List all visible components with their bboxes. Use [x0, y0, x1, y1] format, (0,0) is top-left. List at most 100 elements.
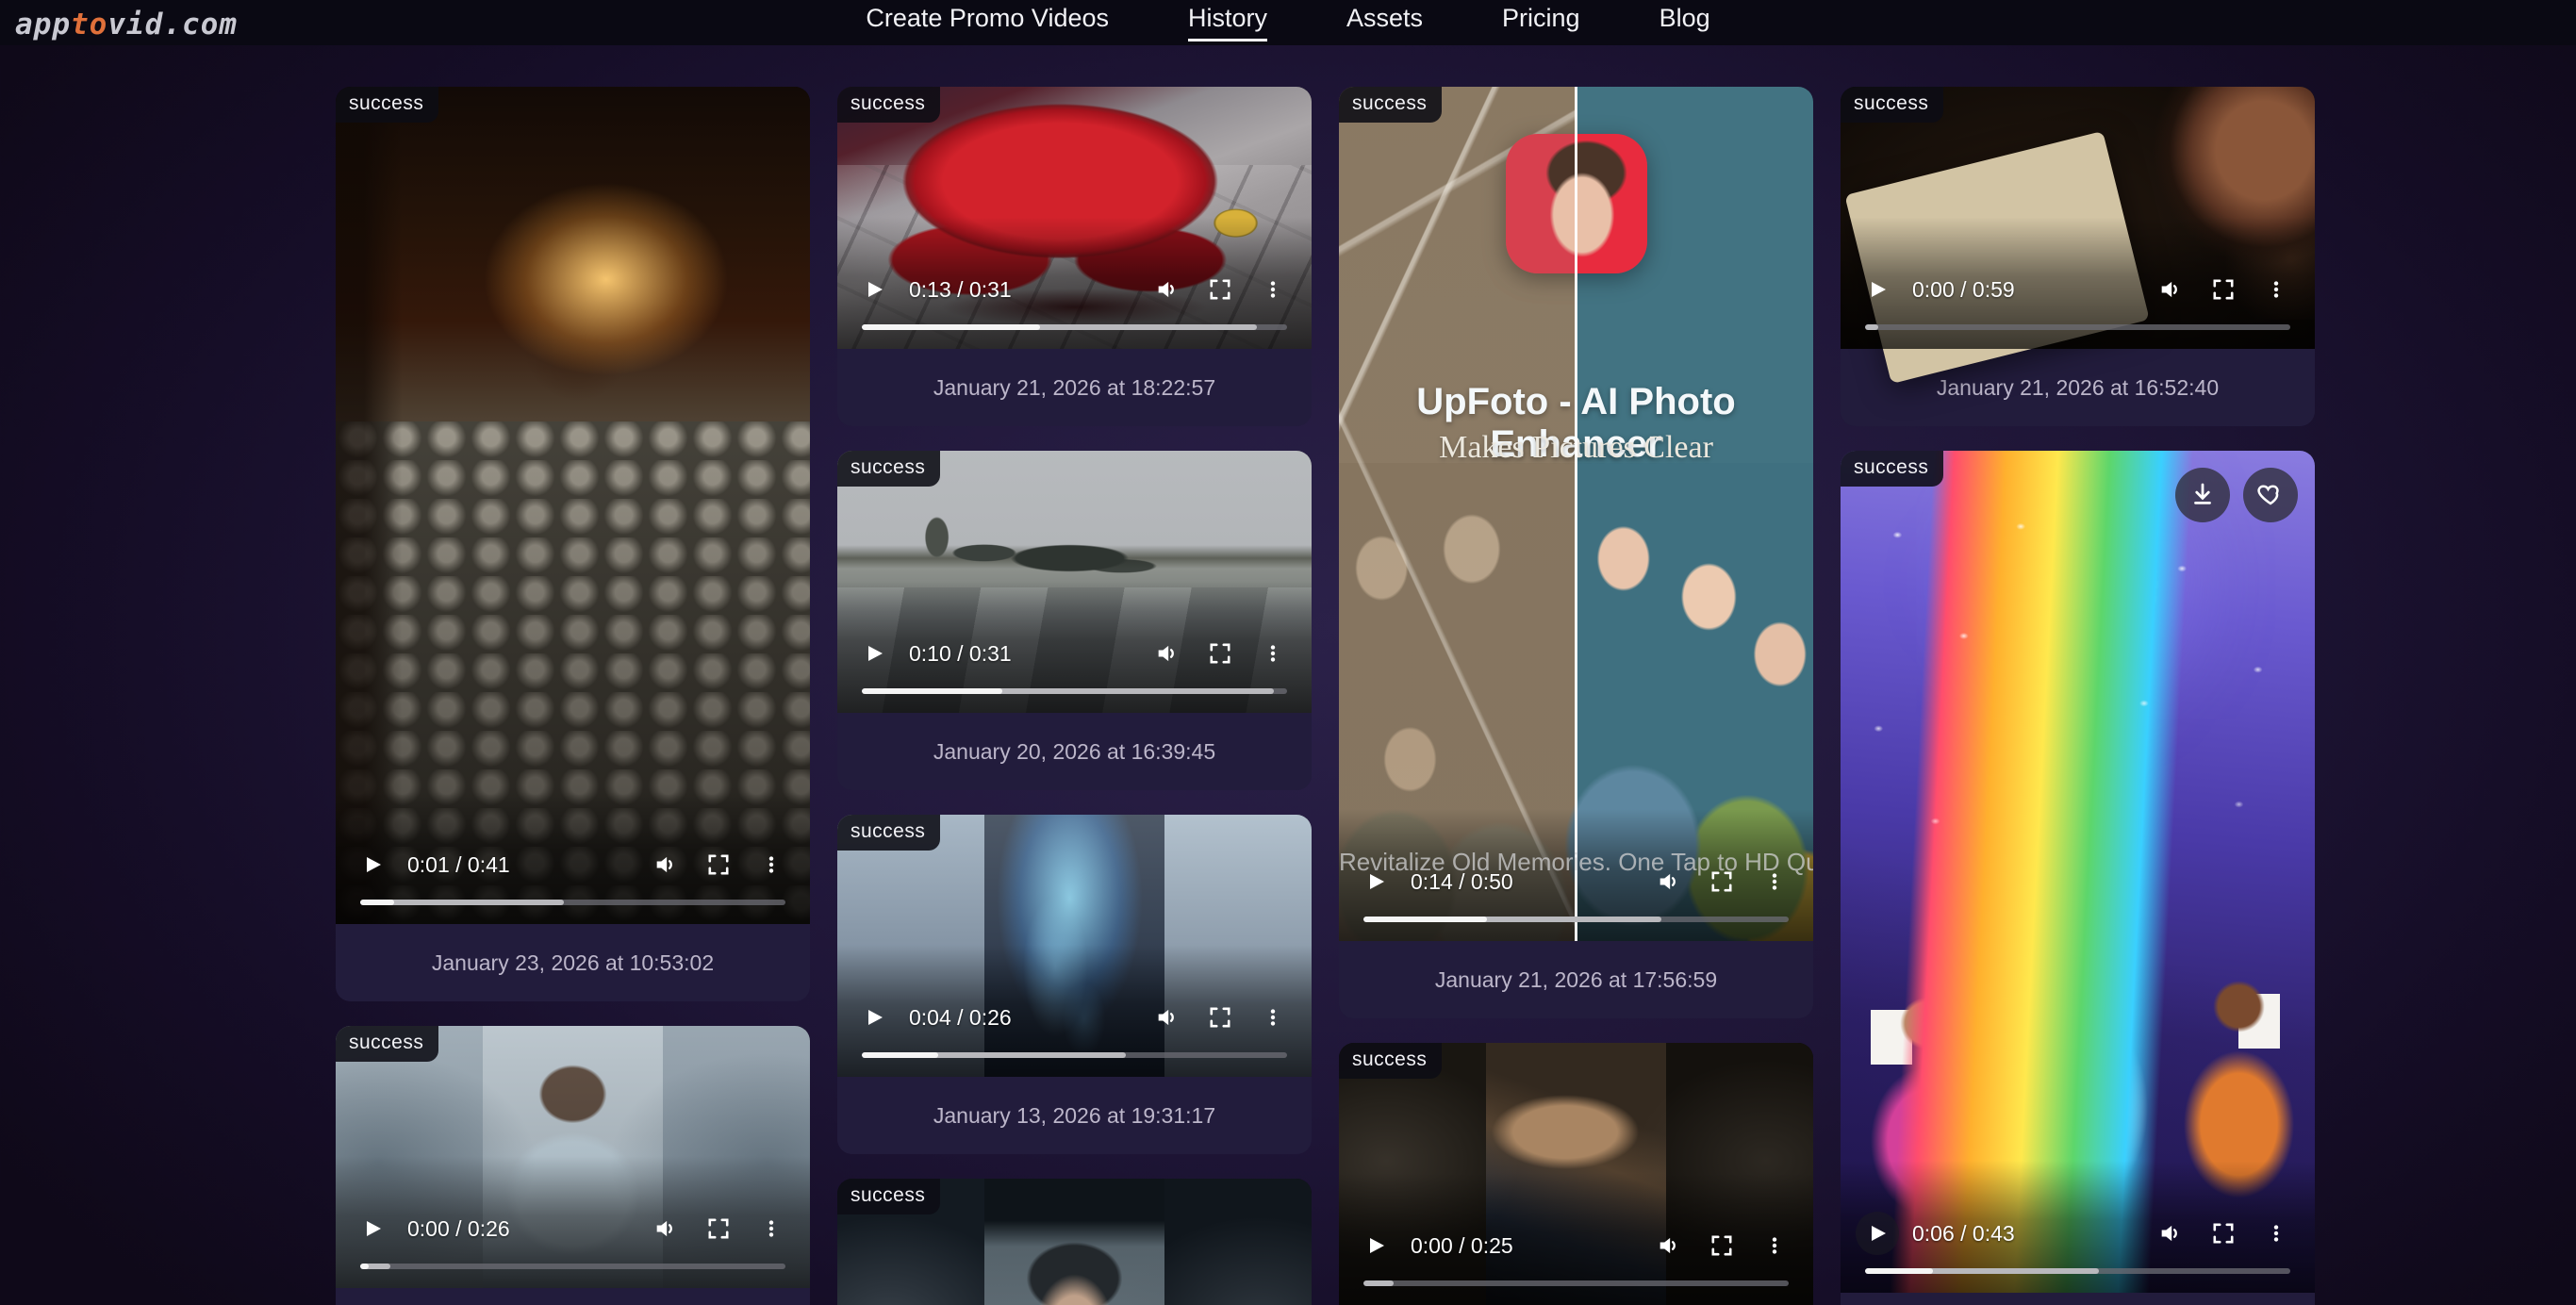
fullscreen-button[interactable]	[2202, 268, 2245, 311]
progress-bar[interactable]	[360, 1264, 785, 1269]
progress-bar[interactable]	[862, 1052, 1287, 1058]
video-player[interactable]: UpFoto - AI Photo EnhancerMakes Pictures…	[1339, 87, 1813, 941]
nav-history[interactable]: History	[1188, 4, 1267, 41]
card-actions	[2175, 468, 2298, 522]
fullscreen-button[interactable]	[1700, 860, 1743, 903]
nav-create-promo-videos[interactable]: Create Promo Videos	[866, 4, 1109, 41]
time-display: 0:00 / 0:59	[1912, 277, 2015, 303]
time-display: 0:00 / 0:25	[1411, 1233, 1513, 1259]
nav-assets[interactable]: Assets	[1346, 4, 1423, 41]
grid-column: success 0:00 / 0:59 January 21, 2026 at …	[1841, 87, 2315, 1305]
more-options-button[interactable]	[1251, 632, 1295, 675]
fullscreen-button[interactable]	[1198, 268, 1242, 311]
play-icon	[1364, 1234, 1387, 1257]
kebab-menu-icon	[1764, 1233, 1785, 1258]
play-button[interactable]	[1354, 860, 1397, 903]
favorite-button[interactable]	[2243, 468, 2298, 522]
more-options-button[interactable]	[2254, 268, 2298, 311]
progress-bar[interactable]	[1865, 324, 2290, 330]
status-badge: success	[336, 87, 438, 123]
logo-text: vid.com	[107, 8, 238, 41]
site-logo[interactable]: apptovid.com	[15, 8, 238, 41]
video-date: January 23, 2026 at 10:53:02	[432, 950, 714, 976]
more-options-button[interactable]	[1251, 996, 1295, 1039]
progress-bar[interactable]	[360, 900, 785, 905]
fullscreen-button[interactable]	[1198, 996, 1242, 1039]
more-options-button[interactable]	[1251, 268, 1295, 311]
play-button[interactable]	[1354, 1224, 1397, 1267]
play-button[interactable]	[1856, 268, 1899, 311]
fullscreen-button[interactable]	[2202, 1212, 2245, 1255]
kebab-menu-icon	[2266, 277, 2287, 302]
main-nav: Create Promo Videos History Assets Prici…	[866, 4, 1709, 41]
volume-button[interactable]	[1647, 1224, 1691, 1267]
more-options-button[interactable]	[2254, 1212, 2298, 1255]
more-options-button[interactable]	[1753, 1224, 1796, 1267]
fullscreen-button[interactable]	[697, 843, 740, 886]
progress-buffered	[1865, 324, 1878, 330]
video-controls: 0:04 / 0:26	[837, 990, 1312, 1077]
volume-button[interactable]	[1647, 860, 1691, 903]
progress-bar[interactable]	[1865, 1268, 2290, 1274]
progress-bar[interactable]	[862, 688, 1287, 694]
card-footer	[336, 1288, 810, 1305]
play-button[interactable]	[1856, 1212, 1899, 1255]
logo-text: app	[15, 8, 71, 41]
time-display: 0:00 / 0:26	[407, 1216, 510, 1242]
video-player[interactable]: success 0:04 / 0:26	[837, 815, 1312, 1077]
play-button[interactable]	[351, 843, 394, 886]
more-options-button[interactable]	[750, 1207, 793, 1250]
card-footer: January 20, 2026 at 16:39:45	[837, 713, 1312, 790]
status-badge: success	[336, 1026, 438, 1062]
play-button[interactable]	[351, 1207, 394, 1250]
status-badge: success	[1841, 451, 1943, 487]
download-button[interactable]	[2175, 468, 2230, 522]
volume-button[interactable]	[644, 843, 687, 886]
play-button[interactable]	[852, 632, 896, 675]
video-player[interactable]: success	[837, 1179, 1312, 1305]
volume-button[interactable]	[1146, 268, 1189, 311]
volume-icon	[1154, 1004, 1181, 1031]
fullscreen-button[interactable]	[697, 1207, 740, 1250]
video-controls: 0:10 / 0:31	[837, 626, 1312, 713]
video-controls: 0:01 / 0:41	[336, 837, 810, 924]
fullscreen-button[interactable]	[1198, 632, 1242, 675]
video-player[interactable]: success 0:00 / 0:59	[1841, 87, 2315, 349]
fullscreen-button[interactable]	[1700, 1224, 1743, 1267]
favorite-icon	[2256, 480, 2285, 511]
video-player[interactable]: success 0:00 / 0:25	[1339, 1043, 1813, 1305]
more-options-button[interactable]	[1753, 860, 1796, 903]
video-player[interactable]: success 0:01 / 0:41	[336, 87, 810, 924]
video-player[interactable]: success 0:10 / 0:31	[837, 451, 1312, 713]
video-date: January 13, 2026 at 19:31:17	[933, 1103, 1215, 1129]
volume-button[interactable]	[1146, 996, 1189, 1039]
card-footer: January 13, 2026 at 19:31:17	[837, 1077, 1312, 1154]
nav-blog[interactable]: Blog	[1660, 4, 1710, 41]
play-icon	[361, 853, 384, 876]
video-date: January 21, 2026 at 18:22:57	[933, 375, 1215, 401]
progress-played	[1363, 917, 1487, 922]
play-icon	[1364, 870, 1387, 893]
video-grid: success 0:01 / 0:41 January 23, 2026 at …	[336, 87, 2576, 1305]
time-display: 0:10 / 0:31	[909, 641, 1012, 667]
video-player[interactable]: success 0:00 / 0:26	[336, 1026, 810, 1288]
volume-button[interactable]	[2149, 268, 2192, 311]
more-options-button[interactable]	[750, 843, 793, 886]
progress-played	[360, 1264, 369, 1269]
video-controls: 0:14 / 0:50	[1339, 854, 1813, 941]
volume-button[interactable]	[2149, 1212, 2192, 1255]
volume-button[interactable]	[644, 1207, 687, 1250]
card-footer: January 21, 2026 at 17:56:59	[1339, 941, 1813, 1018]
play-button[interactable]	[852, 996, 896, 1039]
volume-button[interactable]	[1146, 632, 1189, 675]
video-player[interactable]: success 0:13 / 0:31	[837, 87, 1312, 349]
progress-bar[interactable]	[1363, 1280, 1789, 1286]
nav-pricing[interactable]: Pricing	[1502, 4, 1580, 41]
progress-bar[interactable]	[1363, 917, 1789, 922]
play-button[interactable]	[852, 268, 896, 311]
volume-icon	[1656, 1232, 1682, 1259]
status-badge: success	[837, 1179, 940, 1214]
status-badge: success	[837, 87, 940, 123]
video-player[interactable]: success 0:06 / 0:43	[1841, 451, 2315, 1293]
progress-bar[interactable]	[862, 324, 1287, 330]
